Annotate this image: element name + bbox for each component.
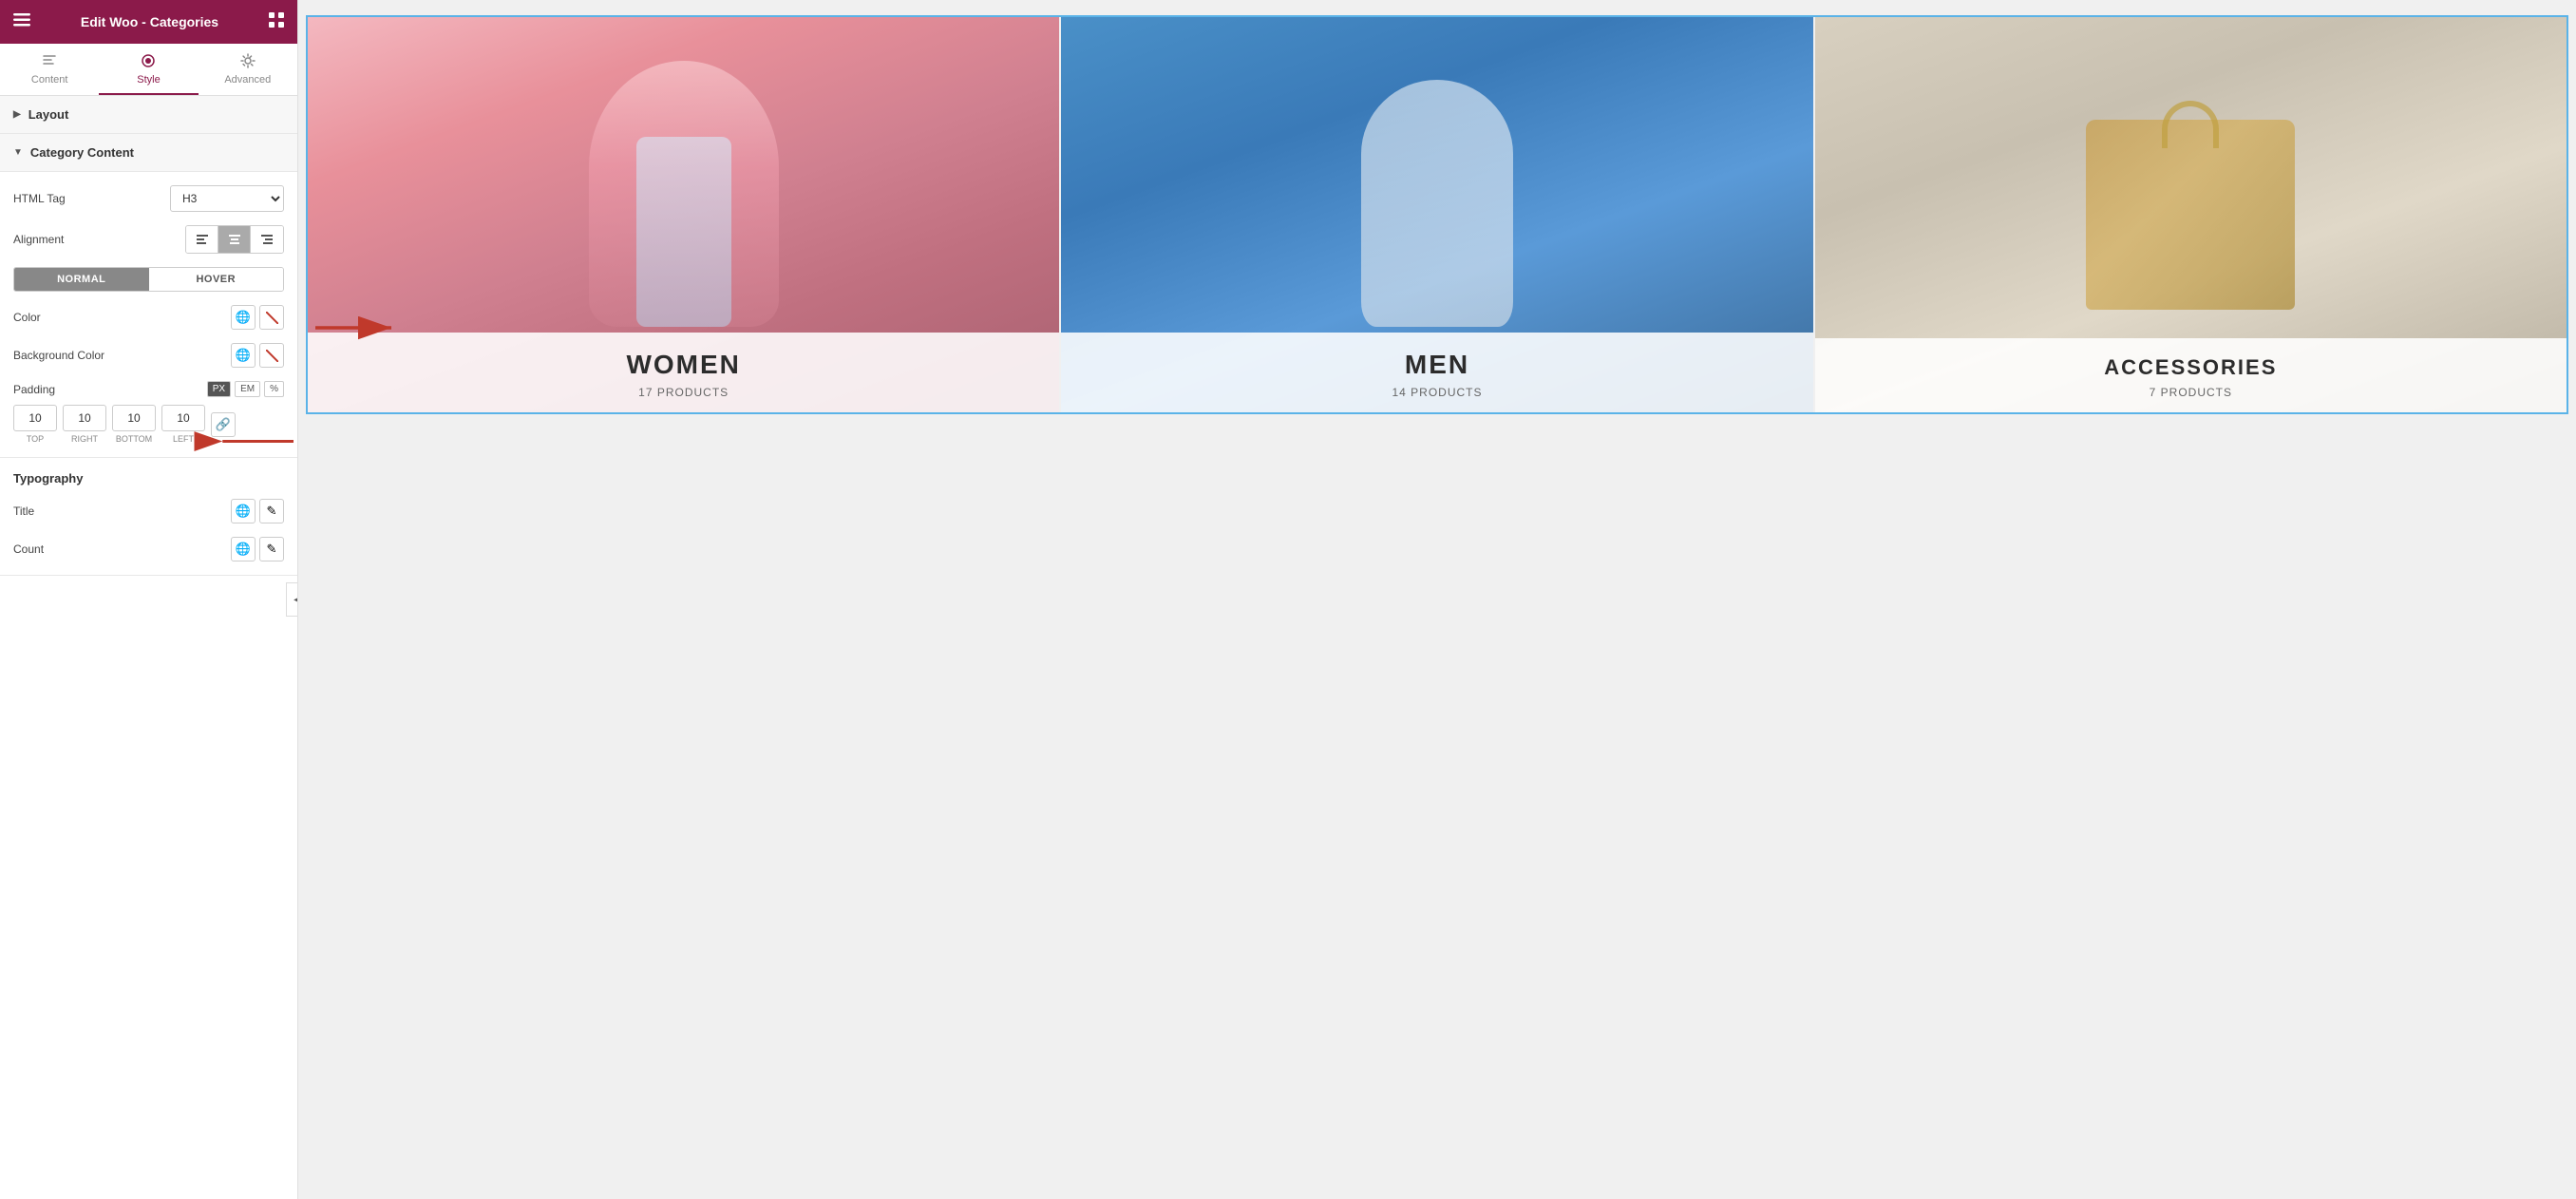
tab-content-label: Content	[31, 74, 68, 86]
men-overlay: MEN 14 PRODUCTS	[1061, 333, 1812, 412]
tab-bar: Content Style Advanced	[0, 44, 297, 96]
tab-content[interactable]: Content	[0, 44, 99, 95]
category-content-body: HTML Tag H3 H1 H2 H4 H5 H6 DIV SPAN	[0, 172, 297, 458]
padding-right-label: RIGHT	[71, 434, 98, 444]
padding-top-field: TOP	[13, 405, 57, 444]
canvas-wrapper: WOMEN 17 PRODUCTS MEN 14 PRODUCTS	[298, 0, 2576, 414]
padding-bottom-field: BOTTOM	[112, 405, 156, 444]
unit-group: PX EM %	[207, 381, 284, 397]
background-color-label: Background Color	[13, 349, 231, 362]
background-color-row: Background Color 🌐	[13, 343, 284, 368]
html-tag-row: HTML Tag H3 H1 H2 H4 H5 H6 DIV SPAN	[13, 185, 284, 212]
title-globe-btn[interactable]: 🌐	[231, 499, 256, 523]
category-men-card[interactable]: MEN 14 PRODUCTS	[1061, 17, 1812, 412]
unit-pct-btn[interactable]: %	[264, 381, 284, 397]
collapse-panel-btn[interactable]: ◀	[286, 582, 298, 617]
padding-top-input[interactable]	[13, 405, 57, 431]
typography-title: Typography	[13, 471, 284, 485]
alignment-controls	[185, 225, 284, 254]
typography-section: Typography Title 🌐 ✎ Count 🌐 ✎	[0, 458, 297, 576]
hamburger-icon[interactable]	[13, 13, 30, 31]
padding-top-label: TOP	[27, 434, 44, 444]
sidebar-header: Edit Woo - Categories	[0, 0, 297, 44]
color-globe-btn[interactable]: 🌐	[231, 305, 256, 330]
typography-title-label: Title	[13, 504, 231, 518]
grid-icon[interactable]	[269, 12, 284, 32]
typography-count-label: Count	[13, 542, 231, 556]
color-label: Color	[13, 311, 231, 324]
padding-bottom-label: BOTTOM	[116, 434, 152, 444]
typography-title-controls: 🌐 ✎	[231, 499, 284, 523]
women-overlay: WOMEN 17 PRODUCTS	[308, 333, 1059, 412]
html-tag-label: HTML Tag	[13, 192, 170, 205]
typography-count-row: Count 🌐 ✎	[13, 537, 284, 561]
alignment-label: Alignment	[13, 233, 185, 246]
typography-count-controls: 🌐 ✎	[231, 537, 284, 561]
alignment-row: Alignment	[13, 225, 284, 254]
html-tag-controls: H3 H1 H2 H4 H5 H6 DIV SPAN	[170, 185, 284, 212]
tab-style[interactable]: Style	[99, 44, 198, 95]
tab-advanced-label: Advanced	[224, 74, 271, 86]
align-right-btn[interactable]	[251, 226, 283, 253]
bg-color-slash-btn[interactable]	[259, 343, 284, 368]
accessories-count: 7 PRODUCTS	[1825, 386, 2557, 399]
bg-color-controls: 🌐	[231, 343, 284, 368]
category-content-label: Category Content	[30, 145, 134, 160]
accessories-name: ACCESSORIES	[1825, 355, 2557, 380]
page-title: Edit Woo - Categories	[81, 14, 218, 29]
padding-header: Padding PX EM %	[13, 381, 284, 397]
bg-color-globe-btn[interactable]: 🌐	[231, 343, 256, 368]
align-center-btn[interactable]	[218, 226, 251, 253]
accessories-overlay: ACCESSORIES 7 PRODUCTS	[1815, 338, 2567, 412]
color-slash-btn[interactable]	[259, 305, 284, 330]
men-name: MEN	[1070, 350, 1803, 380]
unit-em-btn[interactable]: EM	[235, 381, 260, 397]
state-hover-btn[interactable]: HOVER	[149, 268, 284, 291]
state-normal-btn[interactable]: NORMAL	[14, 268, 149, 291]
top-spacer	[298, 0, 2576, 10]
padding-bottom-input[interactable]	[112, 405, 156, 431]
section-layout[interactable]: ▶ Layout	[0, 96, 297, 134]
men-count: 14 PRODUCTS	[1070, 386, 1803, 399]
align-left-btn[interactable]	[186, 226, 218, 253]
padding-section: Padding PX EM % TOP RIGHT	[13, 381, 284, 444]
tab-advanced[interactable]: Advanced	[199, 44, 297, 95]
padding-right-input[interactable]	[63, 405, 106, 431]
layout-arrow-icon: ▶	[13, 109, 21, 120]
padding-right-field: RIGHT	[63, 405, 106, 444]
category-women-card[interactable]: WOMEN 17 PRODUCTS	[308, 17, 1059, 412]
main-content: WOMEN 17 PRODUCTS MEN 14 PRODUCTS	[298, 0, 2576, 1199]
category-content-arrow-icon: ▼	[13, 147, 23, 158]
padding-left-field: LEFT	[161, 405, 205, 444]
align-group	[185, 225, 284, 254]
padding-left-input[interactable]	[161, 405, 205, 431]
padding-link-btn[interactable]: 🔗	[211, 412, 236, 437]
padding-left-label: LEFT	[173, 434, 194, 444]
padding-inputs: TOP RIGHT BOTTOM LEFT 🔗	[13, 405, 284, 444]
section-category-content[interactable]: ▼ Category Content	[0, 134, 297, 172]
state-toggle: NORMAL HOVER	[13, 267, 284, 292]
category-accessories-card[interactable]: ACCESSORIES 7 PRODUCTS	[1815, 17, 2567, 412]
count-globe-btn[interactable]: 🌐	[231, 537, 256, 561]
html-tag-select[interactable]: H3 H1 H2 H4 H5 H6 DIV SPAN	[170, 185, 284, 212]
color-row: Color 🌐	[13, 305, 284, 330]
categories-container: WOMEN 17 PRODUCTS MEN 14 PRODUCTS	[306, 15, 2568, 414]
padding-label: Padding	[13, 383, 55, 396]
tab-style-label: Style	[137, 74, 160, 86]
women-count: 17 PRODUCTS	[317, 386, 1050, 399]
title-edit-btn[interactable]: ✎	[259, 499, 284, 523]
typography-title-row: Title 🌐 ✎	[13, 499, 284, 523]
women-name: WOMEN	[317, 350, 1050, 380]
layout-label: Layout	[28, 107, 69, 122]
count-edit-btn[interactable]: ✎	[259, 537, 284, 561]
panel-content: ▶ Layout ▼ Category Content HTML Tag H3 …	[0, 96, 297, 1199]
color-controls: 🌐	[231, 305, 284, 330]
unit-px-btn[interactable]: PX	[207, 381, 231, 397]
